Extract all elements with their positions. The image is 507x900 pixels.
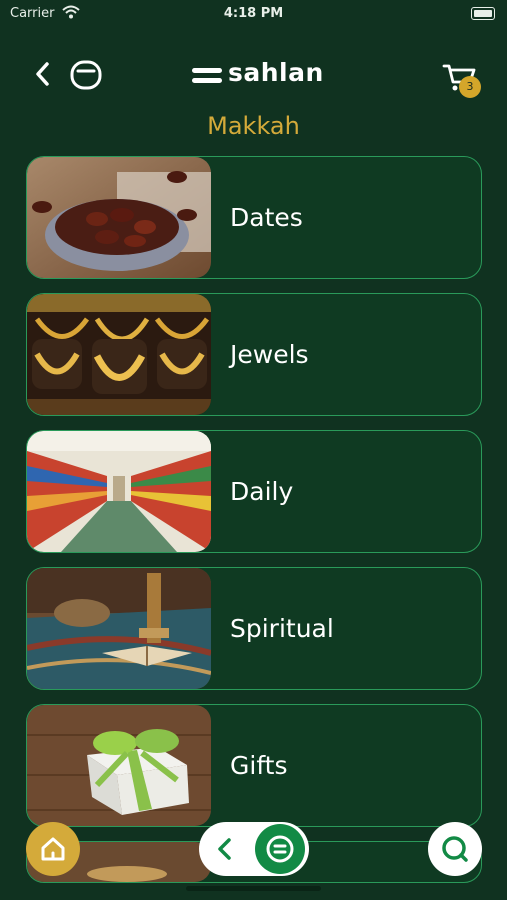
account-icon (70, 60, 102, 90)
category-card-gifts[interactable]: Gifts (26, 704, 482, 827)
category-card-spiritual[interactable]: Spiritual (26, 567, 482, 690)
search-icon (442, 836, 468, 862)
bottom-nav (0, 820, 507, 880)
chevron-left-icon (218, 838, 231, 860)
prayer-beads-quran-image (27, 568, 211, 689)
gold-jewelry-image (27, 294, 211, 415)
pill-back-button[interactable] (209, 832, 243, 866)
battery-icon (471, 7, 495, 20)
supermarket-aisle-image (27, 431, 211, 552)
home-indicator (186, 886, 321, 891)
menu-icon (266, 835, 294, 863)
nav-pill (199, 822, 309, 876)
back-button[interactable] (30, 58, 58, 90)
account-button[interactable] (68, 58, 104, 92)
app-header: sahlan 3 (0, 50, 507, 100)
status-time: 4:18 PM (223, 6, 284, 21)
status-bar: Carrier 4:18 PM (0, 0, 507, 28)
chevron-left-icon (36, 62, 49, 86)
logo-mark-icon (192, 68, 222, 83)
category-label: Gifts (230, 751, 288, 780)
brand-logo: sahlan (192, 58, 323, 92)
home-button[interactable] (26, 822, 80, 876)
menu-button[interactable] (255, 824, 305, 874)
cart-count-badge: 3 (459, 76, 481, 98)
category-card-jewels[interactable]: Jewels (26, 293, 482, 416)
category-label: Daily (230, 477, 294, 506)
brand-name: sahlan (228, 58, 324, 87)
gift-box-image (27, 705, 211, 826)
dates-bowl-image (27, 157, 211, 278)
city-title: Makkah (207, 112, 300, 140)
category-label: Dates (230, 203, 303, 232)
search-button[interactable] (428, 822, 482, 876)
category-label: Spiritual (230, 614, 334, 643)
category-card-dates[interactable]: Dates (26, 156, 482, 279)
category-card-daily[interactable]: Daily (26, 430, 482, 553)
category-label: Jewels (230, 340, 309, 369)
home-icon (41, 837, 65, 861)
